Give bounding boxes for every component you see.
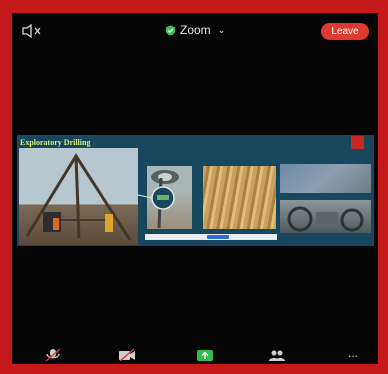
slide-zoom-bar — [145, 234, 277, 240]
microphone-icon[interactable] — [43, 348, 63, 362]
chevron-down-icon: ⌄ — [217, 24, 226, 35]
app-title-text: Zoom — [180, 23, 211, 37]
shared-screen-slide: Exploratory Drilling — [17, 135, 374, 246]
red-border-frame: Zoom ⌄ Leave Exploratory Drilling ... — [0, 0, 388, 374]
share-icon[interactable] — [195, 348, 215, 362]
slide-connector-lines — [137, 186, 175, 210]
shield-check-icon — [165, 24, 176, 36]
video-icon[interactable] — [117, 348, 137, 362]
meeting-app-title[interactable]: Zoom ⌄ — [165, 23, 225, 37]
participants-icon[interactable] — [267, 348, 287, 362]
more-icon[interactable]: ... — [343, 346, 363, 360]
slide-zoom-bar-button — [207, 235, 229, 239]
zoom-mobile-screen: Zoom ⌄ Leave Exploratory Drilling ... — [12, 13, 378, 364]
leave-button[interactable]: Leave — [321, 23, 369, 40]
speaker-muted-icon[interactable] — [21, 23, 43, 39]
meeting-topbar: Zoom ⌄ Leave — [13, 14, 377, 48]
meeting-bottom-toolbar: ... — [13, 346, 377, 363]
